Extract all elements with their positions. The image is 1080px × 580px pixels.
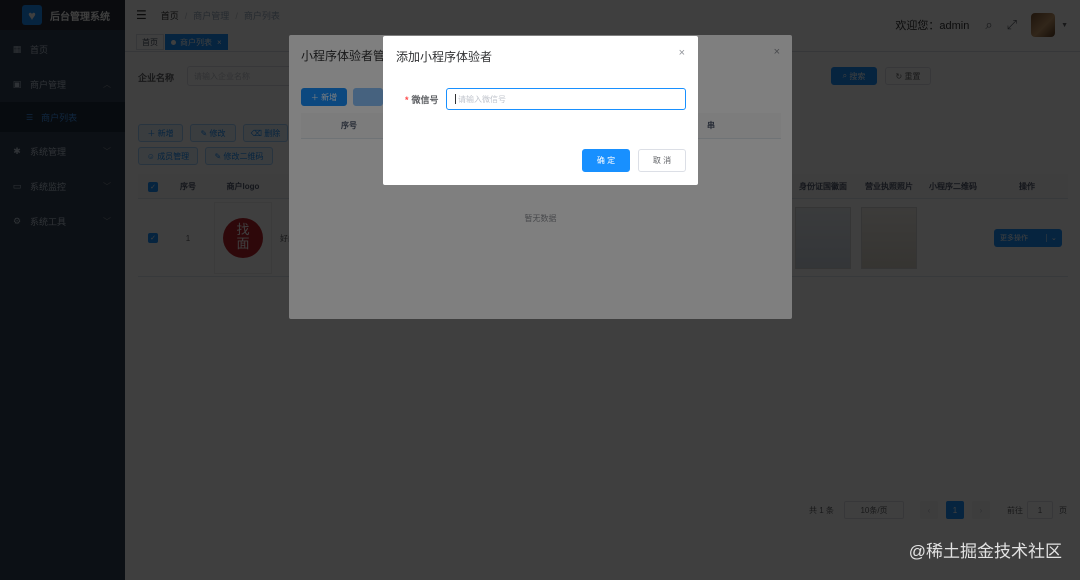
add-experiencer-dialog: 添加小程序体验者 × * 微信号 请输入微信号 确 定 取 消: [383, 36, 698, 185]
dialog-title: 添加小程序体验者: [396, 50, 493, 64]
text-cursor: [455, 94, 456, 104]
wechat-id-label: * 微信号: [405, 93, 439, 106]
cancel-button[interactable]: 取 消: [638, 149, 686, 172]
watermark-text: @稀土掘金技术社区: [908, 542, 1062, 561]
wechat-id-label-text: 微信号: [411, 95, 439, 105]
required-asterisk: *: [405, 95, 409, 105]
wechat-id-placeholder: 请输入微信号: [458, 94, 506, 104]
close-icon[interactable]: ×: [679, 47, 685, 59]
wechat-id-input[interactable]: 请输入微信号: [446, 88, 686, 110]
confirm-button[interactable]: 确 定: [582, 149, 630, 172]
